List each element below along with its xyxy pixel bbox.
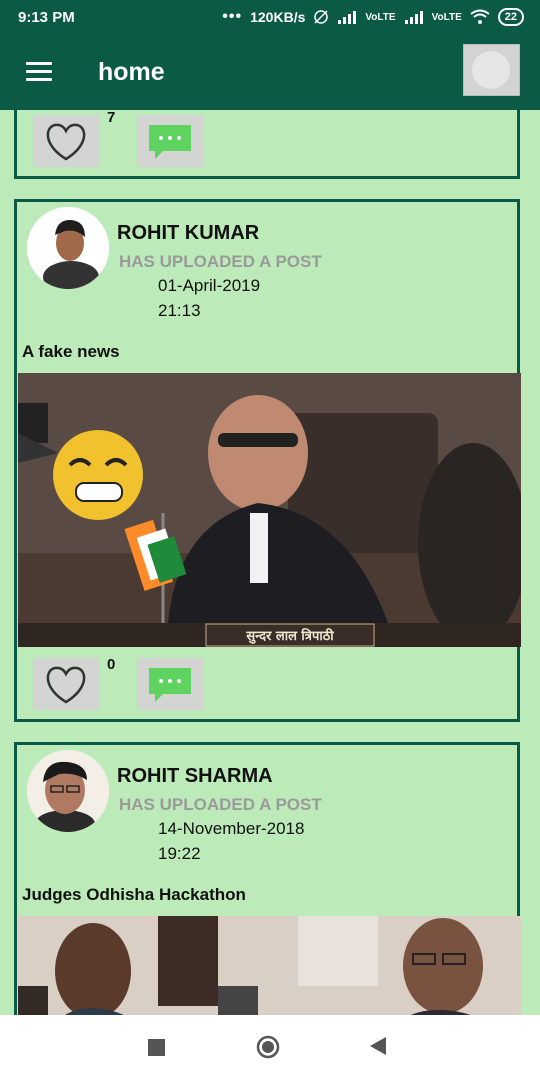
like-count: 0 (107, 656, 116, 673)
post-time: 19:22 (158, 844, 201, 863)
like-button[interactable] (33, 115, 99, 167)
post-card-partial: 7 (14, 110, 520, 179)
post-photo (18, 916, 521, 1015)
volte-2-label: VoLTE (431, 11, 462, 23)
user-avatar-icon (27, 750, 109, 832)
like-count: 7 (107, 110, 116, 126)
post-subtitle: HAS UPLOADED A POST (119, 795, 322, 814)
image-placeholder-icon (472, 51, 510, 89)
profile-image-button[interactable] (463, 44, 520, 96)
net-speed: 120KB/s (250, 9, 306, 25)
system-nav-bar (0, 1015, 540, 1080)
post-date: 01-April-2019 (158, 276, 261, 295)
post-time: 21:13 (158, 301, 201, 320)
more-dots-icon: ••• (222, 8, 243, 25)
back-button[interactable] (370, 1037, 386, 1055)
status-icons: ••• 120KB/s VoLTE VoLTE 22 (222, 8, 524, 26)
heart-icon (46, 666, 86, 704)
post-date: 14-November-2018 (158, 819, 305, 838)
signal-1-icon (338, 11, 357, 24)
post-image[interactable] (18, 916, 521, 1015)
feed[interactable]: 7 ROHIT KUMAR HAS UPLOADED A POST 01-Apr… (0, 110, 540, 1015)
signal-2-icon (404, 11, 423, 24)
volte-1-label: VoLTE (365, 11, 396, 23)
avatar[interactable] (27, 750, 109, 832)
post-photo: सुन्दर लाल त्रिपाठी (18, 373, 521, 647)
author-name: ROHIT KUMAR (117, 222, 260, 244)
post-card: ROHIT KUMAR HAS UPLOADED A POST 01-April… (14, 199, 521, 722)
status-bar: 9:13 PM ••• 120KB/s VoLTE VoLTE 22 (0, 0, 540, 36)
app-bar: home (0, 36, 540, 110)
status-time: 9:13 PM (18, 9, 75, 26)
like-button[interactable] (33, 658, 99, 710)
post-image[interactable]: सुन्दर लाल त्रिपाठी (18, 373, 521, 647)
post-subtitle: HAS UPLOADED A POST (119, 252, 322, 271)
wifi-icon (470, 9, 490, 24)
heart-icon (46, 123, 86, 161)
hamburger-menu-icon[interactable] (26, 62, 52, 82)
battery-indicator: 22 (497, 8, 524, 26)
nameplate-text: सुन्दर लाल त्रिपाठी (245, 628, 334, 644)
comment-button[interactable] (137, 115, 203, 167)
alarm-off-icon (314, 10, 329, 24)
post-card: ROHIT SHARMA HAS UPLOADED A POST 14-Nove… (14, 742, 521, 1015)
page-title: home (98, 58, 165, 86)
recents-button[interactable] (148, 1039, 165, 1056)
home-button[interactable] (256, 1035, 280, 1059)
post-title: A fake news (22, 342, 120, 361)
author-name: ROHIT SHARMA (117, 765, 273, 787)
user-avatar-icon (27, 207, 109, 289)
comment-icon (149, 125, 191, 159)
comment-button[interactable] (137, 658, 203, 710)
post-title: Judges Odhisha Hackathon (22, 885, 246, 904)
comment-icon (149, 668, 191, 702)
avatar[interactable] (27, 207, 109, 289)
